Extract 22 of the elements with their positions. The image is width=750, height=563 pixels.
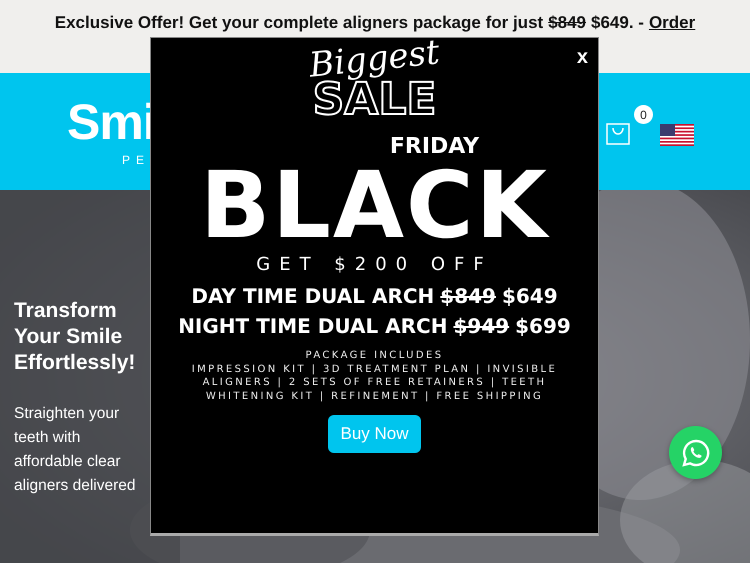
old-price: $849 [440, 283, 496, 310]
includes-text: IMPRESSION KIT | 3D TREATMENT PLAN | INVISIBLE ALIGNERS | 2 SETS OF FREE RETAINERS | TEETH WHITENING KIT | REFINEMENT | FREE SHIPPING [190, 362, 558, 403]
us-flag-icon[interactable] [660, 124, 694, 146]
old-price: $949 [453, 313, 510, 340]
plan-name: NIGHT TIME DUAL ARCH [178, 313, 448, 340]
offer-text: GET $200 OFF [256, 254, 493, 275]
includes-title: PACKAGE INCLUDES [306, 349, 444, 362]
logo-tagline: PE [122, 152, 150, 166]
offer-text: Exclusive Offer! Get your complete aligners package for just [54, 13, 544, 33]
plan-name: DAY TIME DUAL ARCH [191, 283, 434, 310]
new-price: $649. - [591, 13, 644, 33]
phone-bubble-icon [680, 438, 710, 468]
old-price: $849 [548, 13, 586, 33]
headline: BLACK [200, 160, 549, 252]
headline-overlay: FRIDAY [390, 136, 480, 158]
order-link[interactable]: Order [648, 13, 696, 33]
new-price: $699 [515, 313, 571, 340]
hero-text: Straighten your teeth with affordable clear aligners delivered [14, 404, 136, 496]
new-price: $649 [502, 283, 558, 310]
hero-heading: Transform Your Smile Effortlessly! [14, 298, 136, 376]
close-button[interactable]: x [574, 46, 590, 69]
cart-count: 0 [634, 105, 653, 124]
